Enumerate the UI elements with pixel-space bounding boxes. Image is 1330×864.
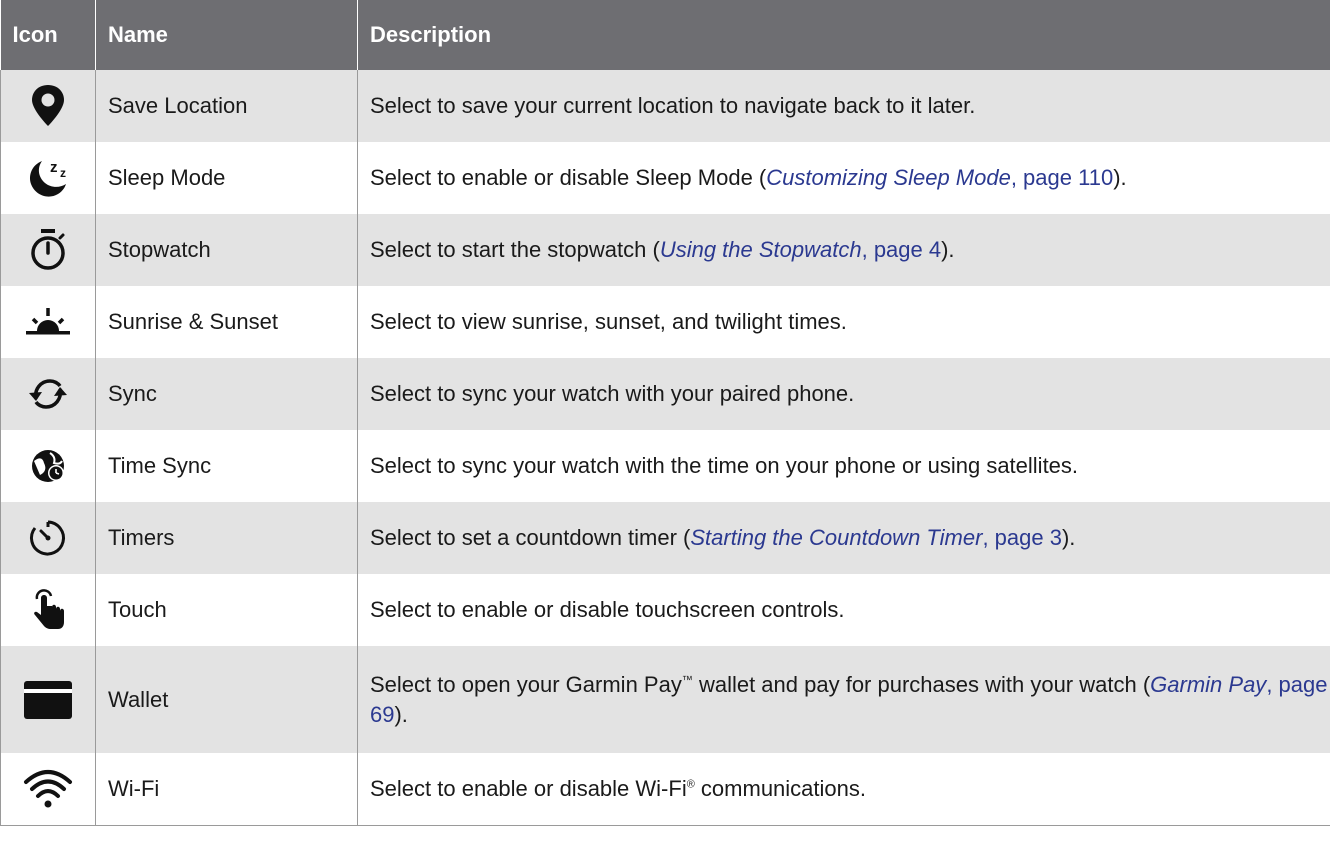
- row-name: Save Location: [95, 70, 358, 142]
- xref-page[interactable]: , page 4: [862, 237, 942, 262]
- xref-link[interactable]: Using the Stopwatch: [660, 237, 862, 262]
- xref-link[interactable]: Customizing Sleep Mode: [766, 165, 1011, 190]
- row-description: Select to save your current location to …: [357, 70, 1330, 142]
- table-row: Timers Select to set a countdown timer (…: [0, 502, 1330, 574]
- icon-cell: [0, 574, 96, 646]
- icon-cell: [0, 358, 96, 430]
- table-row: Touch Select to enable or disable touchs…: [0, 574, 1330, 646]
- row-description: Select to start the stopwatch (Using the…: [357, 214, 1330, 286]
- icon-cell: [0, 286, 96, 358]
- row-description: Select to sync your watch with your pair…: [357, 358, 1330, 430]
- touch-hand-icon: [20, 585, 76, 635]
- location-pin-icon: [20, 81, 76, 131]
- table-row: Sync Select to sync your watch with your…: [0, 358, 1330, 430]
- table-row: Stopwatch Select to start the stopwatch …: [0, 214, 1330, 286]
- table-row: z z Sleep Mode Select to enable or disab…: [0, 142, 1330, 214]
- xref-link[interactable]: Starting the Countdown Timer: [690, 525, 982, 550]
- table-row: Time Sync Select to sync your watch with…: [0, 430, 1330, 502]
- row-description: Select to enable or disable touchscreen …: [357, 574, 1330, 646]
- row-name: Sync: [95, 358, 358, 430]
- row-name: Timers: [95, 502, 358, 574]
- icon-cell: z z: [0, 142, 96, 214]
- sync-arrows-icon: [20, 369, 76, 419]
- xref-page[interactable]: , page 110: [1011, 165, 1113, 190]
- icon-cell: [0, 646, 96, 753]
- row-name: Sunrise & Sunset: [95, 286, 358, 358]
- icon-cell: [0, 502, 96, 574]
- icon-cell: [0, 430, 96, 502]
- xref-link[interactable]: Garmin Pay: [1150, 672, 1266, 697]
- icon-cell: [0, 70, 96, 142]
- row-description: Select to set a countdown timer (Startin…: [357, 502, 1330, 574]
- table-header-row: Icon Name Description: [0, 0, 1330, 70]
- icon-cell: [0, 214, 96, 286]
- row-description: Select to view sunrise, sunset, and twil…: [357, 286, 1330, 358]
- stopwatch-icon: [20, 225, 76, 275]
- wallet-card-icon: [20, 675, 76, 725]
- row-description: Select to sync your watch with the time …: [357, 430, 1330, 502]
- globe-clock-icon: [20, 441, 76, 491]
- table-row: Sunrise & Sunset Select to view sunrise,…: [0, 286, 1330, 358]
- row-description: Select to enable or disable Sleep Mode (…: [357, 142, 1330, 214]
- row-name: Time Sync: [95, 430, 358, 502]
- icon-cell: [0, 753, 96, 826]
- table-row: Wi-Fi Select to enable or disable Wi-Fi®…: [0, 753, 1330, 826]
- row-name: Stopwatch: [95, 214, 358, 286]
- row-description: Select to open your Garmin Pay™ wallet a…: [357, 646, 1330, 753]
- wifi-icon: [20, 764, 76, 814]
- sleep-moon-icon: z z: [20, 153, 76, 203]
- row-name: Wi-Fi: [95, 753, 358, 826]
- row-description: Select to enable or disable Wi-Fi® commu…: [357, 753, 1330, 826]
- row-name: Wallet: [95, 646, 358, 753]
- column-header-description: Description: [357, 0, 1330, 70]
- xref-page[interactable]: , page 3: [982, 525, 1062, 550]
- svg-text:z: z: [60, 166, 66, 180]
- controls-table: Icon Name Description Save Location Sele…: [0, 0, 1330, 826]
- column-header-icon: Icon: [0, 0, 96, 70]
- table-row: Save Location Select to save your curren…: [0, 70, 1330, 142]
- row-name: Sleep Mode: [95, 142, 358, 214]
- row-name: Touch: [95, 574, 358, 646]
- sunrise-icon: [20, 297, 76, 347]
- timer-icon: [20, 513, 76, 563]
- column-header-name: Name: [95, 0, 358, 70]
- table-row: Wallet Select to open your Garmin Pay™ w…: [0, 646, 1330, 753]
- svg-text:z: z: [50, 159, 58, 176]
